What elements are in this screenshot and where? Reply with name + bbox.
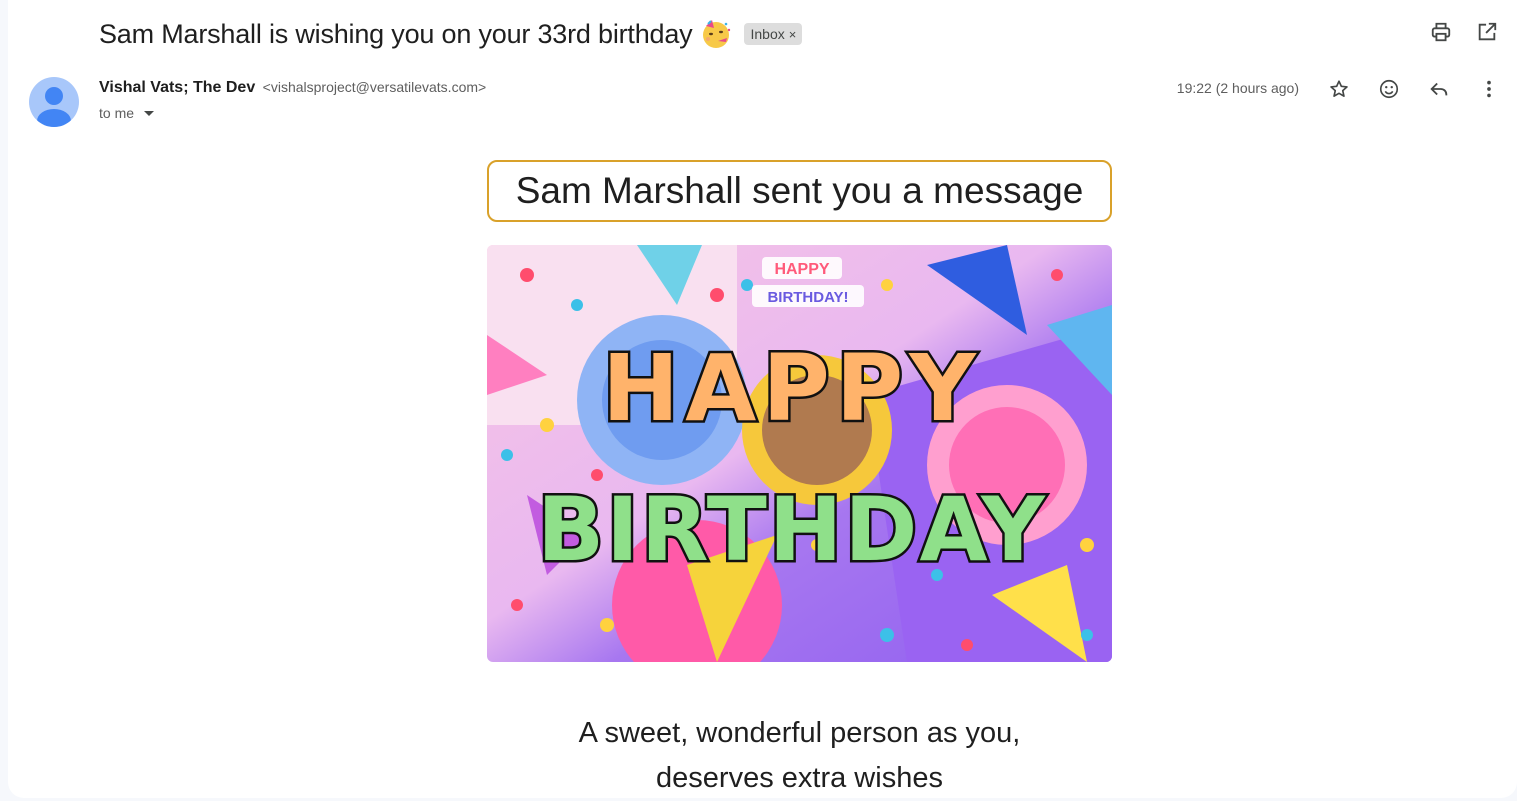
recipient-text: to me [99, 105, 135, 121]
happy-birthday-image: HAPPY BIRTHDAY! HAPPY BIRTHDAY [487, 245, 1112, 662]
image-birthday-text: BIRTHDAY [537, 478, 1047, 581]
image-happy-text: HAPPY [602, 335, 982, 442]
reply-icon[interactable] [1427, 77, 1451, 101]
email-view: Sam Marshall is wishing you on your 33rd… [8, 0, 1517, 798]
inbox-label-chip[interactable]: Inbox × [744, 23, 803, 45]
message-header-box: Sam Marshall sent you a message [487, 160, 1112, 222]
subject-row: Sam Marshall is wishing you on your 33rd… [99, 14, 803, 54]
image-banner-text-2: BIRTHDAY! [767, 289, 848, 306]
emoji-reaction-icon[interactable] [1377, 77, 1401, 101]
gmail-page: Sam Marshall is wishing you on your 33rd… [0, 0, 1517, 801]
email-timestamp: 19:22 (2 hours ago) [1176, 80, 1299, 96]
open-in-new-window-icon[interactable] [1475, 20, 1499, 44]
chevron-down-icon [144, 110, 155, 116]
remove-label-icon[interactable]: × [789, 27, 797, 42]
sender-email: <vishalsproject@versatilevats.com> [262, 79, 487, 95]
inbox-label-text: Inbox [750, 26, 785, 42]
print-icon[interactable] [1429, 20, 1453, 44]
recipient-details-toggle[interactable]: to me [99, 105, 155, 121]
star-icon[interactable] [1327, 77, 1351, 101]
sender-avatar[interactable] [29, 77, 79, 127]
wish-line-1: A sweet, wonderful person as you, [578, 717, 1021, 749]
sender-info: Vishal Vats; The Dev <vishalsproject@ver… [99, 79, 486, 97]
wish-line-2: deserves extra wishes [656, 762, 943, 794]
thread-toolbar [1429, 20, 1499, 44]
partying-face-emoji-icon [700, 18, 732, 50]
sender-name[interactable]: Vishal Vats; The Dev [99, 79, 255, 96]
message-actions [1327, 77, 1501, 101]
email-subject: Sam Marshall is wishing you on your 33rd… [99, 18, 693, 49]
image-banner-text-1: HAPPY [774, 261, 829, 278]
more-options-icon[interactable] [1477, 77, 1501, 101]
